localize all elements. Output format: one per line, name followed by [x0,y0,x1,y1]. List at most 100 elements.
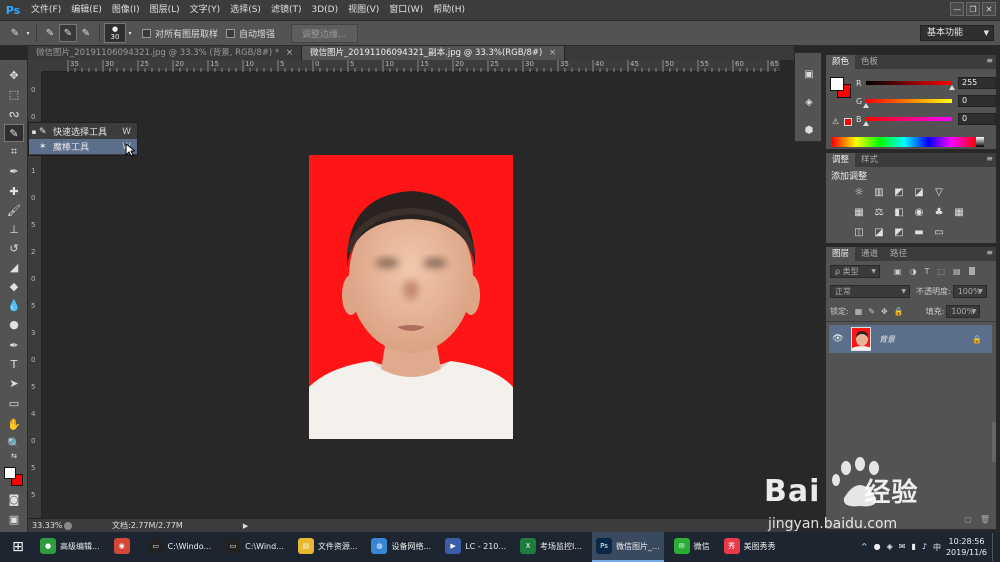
levels-icon[interactable]: ▥ [872,186,886,198]
3d-panel-icon[interactable]: ⬢ [800,121,818,139]
color-balance-icon[interactable]: ⚖ [872,206,886,218]
brightness-icon[interactable]: ☼ [852,186,866,198]
windows-start-icon[interactable]: ⊞ [0,532,36,562]
web-color-chip[interactable] [844,118,852,126]
fill-input[interactable]: 100% ▼ [946,304,981,318]
blend-mode-dropdown[interactable]: 正常 ▼ [830,284,910,298]
gradient-map-icon[interactable]: ▬ [912,226,926,238]
vibrance-icon[interactable]: ▽ [932,186,946,198]
tray-icon[interactable]: 中 [933,542,941,553]
tab-copy-document[interactable]: 微信图片_20191106094321_副本.jpg @ 33.3%(RGB/8… [301,46,566,60]
marquee-tool-icon[interactable]: ⬚ [4,85,24,103]
horizontal-ruler[interactable]: 3530252015105051015202530354045505560657… [42,60,849,72]
channel-slider[interactable] [866,81,955,90]
panel-scrollbar[interactable] [992,422,996,462]
taskbar-app[interactable]: ▶ LC - 210... [441,532,510,562]
tray-icon[interactable]: ^ [861,542,868,553]
preset-dropdown-icon[interactable]: ▾ [24,24,32,42]
tray-icon[interactable]: ◈ [887,542,893,553]
lasso-tool-icon[interactable]: ᔓ [4,104,24,122]
invert-icon[interactable]: ◫ [852,226,866,238]
flyout-item-magic-wand[interactable]: ✶ 魔棒工具 W [29,139,137,154]
layer-filter-dropdown[interactable]: ρ 类型 ▼ [830,264,880,278]
flyout-item-quick-selection[interactable]: ▪ ✎ 快速选择工具 W [29,124,137,139]
menu-filter[interactable]: 滤镜(T) [266,0,307,20]
close-icon[interactable]: × [286,48,293,58]
menu-image[interactable]: 图像(I) [107,0,145,20]
menu-layer[interactable]: 图层(L) [145,0,185,20]
swap-colors-icon[interactable]: ⇆ [4,451,24,461]
tool-preset-icon[interactable]: ✎ [6,24,24,42]
tab-styles[interactable]: 样式 [855,153,884,167]
eyedropper-tool-icon[interactable]: ✒ [4,162,24,180]
taskbar-app[interactable]: ◉ [110,532,138,562]
taskbar-app[interactable]: ▤ 文件资源... [294,532,362,562]
black-white-icon[interactable]: ◧ [892,206,906,218]
filter-adjustment-icon[interactable]: ◑ [910,267,917,276]
taskbar-app[interactable]: ▭ C:\Wind... [221,532,288,562]
filter-smart-object-icon[interactable]: ▤ [953,267,961,276]
tray-icon[interactable]: ▮ [911,542,915,553]
brush-tool-icon[interactable]: 🖌 [4,201,24,219]
status-expand-icon[interactable]: ▶ [243,522,248,530]
clock[interactable]: 10:28:56 2019/11/6 [946,536,987,558]
brush-size-picker[interactable]: ● 30 [104,23,126,43]
taskbar-app[interactable]: 秀美图秀秀 [720,532,780,562]
eraser-tool-icon[interactable]: ◢ [4,258,24,276]
canvas-area[interactable] [42,73,780,518]
panel-menu-icon[interactable]: ≡ [986,248,993,257]
history-panel-icon[interactable]: ▣ [800,65,818,83]
filter-pixel-icon[interactable]: ▣ [894,267,902,276]
show-desktop-button[interactable] [992,533,996,561]
add-to-selection-icon[interactable]: ✎ [59,24,77,42]
new-layer-icon[interactable]: ▢ [964,515,972,529]
clone-stamp-tool-icon[interactable]: ⊥ [4,220,24,238]
properties-panel-icon[interactable]: ◈ [800,93,818,111]
channel-value-input[interactable]: 255 [958,77,996,89]
exposure-icon[interactable]: ◪ [912,186,926,198]
type-tool-icon[interactable]: T [4,355,24,373]
brush-dropdown-icon[interactable]: ▾ [126,24,134,42]
tab-swatches[interactable]: 色板 [855,55,884,69]
menu-help[interactable]: 帮助(H) [428,0,470,20]
minimize-button[interactable]: — [950,2,964,16]
history-brush-tool-icon[interactable]: ↺ [4,239,24,257]
filter-shape-icon[interactable]: ⬚ [937,267,945,276]
hand-tool-icon[interactable]: ✋ [4,415,24,433]
delete-layer-icon[interactable]: 🗑 [980,515,990,529]
lock-pixels-icon[interactable]: ✎ [868,307,875,316]
tab-original-document[interactable]: 微信图片_20191106094321.jpg @ 33.3% (背景, RGB… [28,46,302,60]
eye-icon[interactable]: 👁 [829,334,847,344]
hue-saturation-icon[interactable]: ▦ [852,206,866,218]
tray-icon[interactable]: ● [874,542,881,553]
layer-row-background[interactable]: 👁 背景 🔒 [829,325,992,353]
panel-menu-icon[interactable]: ≡ [986,154,993,163]
ruler-origin[interactable] [28,60,42,72]
quick-selection-tool-icon[interactable]: ✎ [4,124,24,142]
menu-file[interactable]: 文件(F) [26,0,66,20]
quick-mask-icon[interactable]: ◙ [4,490,24,508]
zoom-level[interactable]: 33.33% [28,521,64,530]
photo-filter-icon[interactable]: ◉ [912,206,926,218]
channel-slider[interactable] [863,99,952,108]
taskbar-app[interactable]: ◍ 设备网络... [367,532,435,562]
checkbox-box[interactable] [226,28,236,38]
tray-icon[interactable]: ✉ [899,542,906,553]
taskbar-app[interactable]: X 考场监控I... [516,532,586,562]
screen-mode-icon[interactable]: ▣ [4,510,24,528]
panel-menu-icon[interactable]: ≡ [986,56,993,65]
foreground-color-chip[interactable] [830,77,844,91]
sample-all-layers-checkbox[interactable]: 对所有图层取样 [142,27,218,40]
menu-view[interactable]: 视图(V) [343,0,384,20]
tray-icon[interactable]: ♪ [922,542,927,553]
status-menu-icon[interactable] [64,521,72,530]
tab-layers[interactable]: 图层 [826,247,856,261]
close-icon[interactable]: × [549,48,556,58]
tab-color[interactable]: 颜色 [826,55,856,69]
channel-value-input[interactable]: 0 [958,95,996,107]
tab-adjustments[interactable]: 调整 [826,153,856,167]
menu-select[interactable]: 选择(S) [225,0,266,20]
menu-edit[interactable]: 编辑(E) [66,0,107,20]
color-lookup-icon[interactable]: ▦ [952,206,966,218]
healing-brush-tool-icon[interactable]: ✚ [4,182,24,200]
